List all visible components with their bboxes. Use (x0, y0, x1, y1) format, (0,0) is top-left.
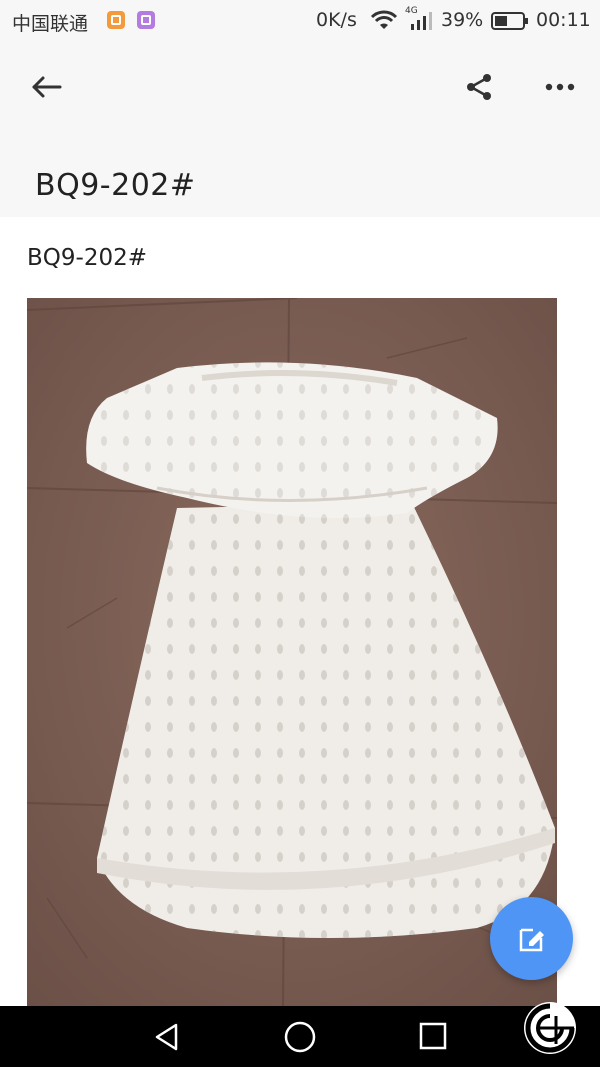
gallery-notification-icon (137, 11, 155, 29)
status-bar: 中国联通 0K/s 4G 39% 00:11 (0, 0, 600, 42)
app-notification-icon (107, 11, 125, 29)
note-text[interactable]: BQ9-202# (27, 245, 147, 271)
nav-back-icon[interactable] (152, 1022, 182, 1052)
clock: 00:11 (536, 9, 591, 31)
edit-button[interactable] (490, 897, 573, 980)
nav-home-icon[interactable] (284, 1021, 316, 1053)
wifi-icon (370, 10, 398, 29)
carrier-label: 中国联通 (12, 13, 89, 35)
note-content: BQ9-202# (0, 217, 600, 1006)
signal-icon: 4G (405, 6, 432, 30)
dress-photo-illustration (27, 298, 557, 1006)
network-speed: 0K/s (316, 9, 357, 31)
nav-recent-icon[interactable] (419, 1022, 447, 1050)
battery-percent: 39% (441, 9, 484, 31)
dress-photo[interactable] (27, 298, 557, 1006)
more-horizontal-icon[interactable] (544, 78, 576, 96)
battery-icon (491, 12, 528, 30)
page-title: BQ9-202# (35, 168, 196, 203)
network-type-label: 4G (405, 6, 418, 16)
app-toolbar (0, 42, 600, 132)
watermark-logo-icon (524, 1002, 576, 1054)
header: BQ9-202# (0, 132, 600, 217)
share-icon[interactable] (464, 72, 494, 102)
edit-icon (519, 928, 544, 951)
arrow-left-icon[interactable] (30, 72, 64, 102)
